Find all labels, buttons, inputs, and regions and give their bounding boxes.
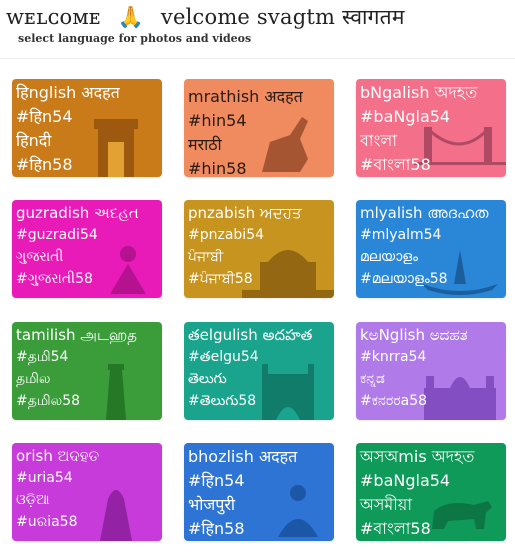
card-hashtag-58: #uରia58 — [16, 514, 78, 530]
language-grid: हिnglish अदहत #हिn54 हिnदी #हिn58 mrathi… — [0, 0, 515, 552]
card-hashtag: #baNgla54 — [360, 471, 451, 490]
card-title: অসঅmis অদহত — [360, 447, 475, 466]
card-title: mrathish अदहत — [188, 87, 303, 106]
card-hashtag-58: #తెలుగు58 — [188, 393, 257, 409]
card-hashtag: #uria54 — [16, 470, 73, 486]
card-language-name: தமில — [16, 371, 51, 387]
card-hashtag-58: #ગુજરાતી58 — [16, 271, 93, 287]
card-title: kಅNglish ಅದಹತ — [360, 326, 468, 344]
language-card-hinglish[interactable]: हिnglish अदहत #हिn54 हिnदी #हिn58 — [12, 79, 162, 177]
card-language-name: हिnदी — [16, 131, 52, 150]
card-title: bNgalish অদহত — [360, 83, 478, 102]
language-card-odia[interactable]: orish ଅଦହତ #uria54 ଓଡ଼ିଆ #uରia58 — [12, 443, 162, 541]
card-language-name: ଓଡ଼ିଆ — [16, 492, 50, 508]
card-hashtag-58: #hin58 — [188, 159, 247, 177]
card-hashtag-58: #বাংলা58 — [360, 519, 431, 538]
card-language-name: ગુજરાતી — [16, 249, 64, 265]
card-hashtag: #mlyalm54 — [360, 227, 442, 243]
card-hashtag: #தமி54 — [16, 349, 69, 365]
card-hashtag-58: #বাংলা58 — [360, 155, 431, 174]
language-card-gujarati[interactable]: guzradish અદહત #guzradi54 ગુજરાતી #ગુજરા… — [12, 200, 162, 298]
card-title: తelgulish అదహత — [188, 326, 313, 344]
card-title: orish ଅଦହତ — [16, 447, 100, 465]
language-card-telugu[interactable]: తelgulish అదహత #తelgu54 తెలుగు #తెలుగు58 — [184, 322, 334, 420]
card-language-name: मराठी — [188, 135, 222, 154]
language-card-kannada[interactable]: kಅNglish ಅದಹತ #knrra54 ಕನ್ನಡ #ಕನರರa58 — [356, 322, 506, 420]
card-hashtag: #తelgu54 — [188, 349, 259, 365]
card-hashtag: #guzradi54 — [16, 227, 98, 243]
card-language-name: অসমীয়া — [360, 495, 412, 514]
card-title: mlyalish അദഹത — [360, 204, 489, 222]
card-language-name: ਪੰਜਾਬੀ — [188, 249, 224, 265]
card-title: bhozlish अदहत — [188, 447, 298, 466]
language-card-bhojpuri[interactable]: bhozlish अदहत #हिn54 भोजपुरी #हिn58 — [184, 443, 334, 541]
card-hashtag: #baNgla54 — [360, 107, 451, 126]
card-hashtag-58: #ಕನರರa58 — [360, 393, 428, 409]
card-hashtag: #हिn54 — [16, 107, 73, 126]
card-language-name: മലയാളം — [360, 249, 419, 265]
card-hashtag-58: #ਪੰਜਾਬੀ58 — [188, 271, 253, 287]
card-hashtag-58: #മലയാളം58 — [360, 271, 448, 287]
language-card-malayalam[interactable]: mlyalish അദഹത #mlyalm54 മലയാളം #മലയാളം58 — [356, 200, 506, 298]
card-language-name: తెలుగు — [188, 371, 227, 387]
card-title: guzradish અદહત — [16, 204, 139, 222]
card-hashtag-58: #தமில58 — [16, 393, 81, 409]
card-hashtag: #हिn54 — [188, 471, 245, 490]
language-card-tamil[interactable]: tamilish அடஹத #தமி54 தமில #தமில58 — [12, 322, 162, 420]
card-title: हिnglish अदहत — [16, 83, 120, 102]
card-language-name: বাংলা — [360, 131, 397, 150]
card-hashtag: #knrra54 — [360, 349, 427, 365]
language-card-punjabi[interactable]: pnzabish ਅਦਹਤ #pnzabi54 ਪੰਜਾਬੀ #ਪੰਜਾਬੀ58 — [184, 200, 334, 298]
language-card-assamese[interactable]: অসঅmis অদহত #baNgla54 অসমীয়া #বাংলা58 — [356, 443, 506, 541]
card-hashtag-58: #हिn58 — [188, 519, 245, 538]
card-title: pnzabish ਅਦਹਤ — [188, 204, 302, 222]
card-hashtag: #pnzabi54 — [188, 227, 265, 243]
card-hashtag: #hin54 — [188, 111, 247, 130]
language-card-marathi[interactable]: mrathish अदहत #hin54 मराठी #hin58 — [184, 79, 334, 177]
card-title: tamilish அடஹத — [16, 326, 138, 344]
language-card-bengali[interactable]: bNgalish অদহত #baNgla54 বাংলা #বাংলা58 — [356, 79, 506, 177]
card-language-name: भोजपुरी — [188, 495, 236, 514]
card-language-name: ಕನ್ನಡ — [360, 371, 385, 387]
card-hashtag-58: #हिn58 — [16, 155, 73, 174]
